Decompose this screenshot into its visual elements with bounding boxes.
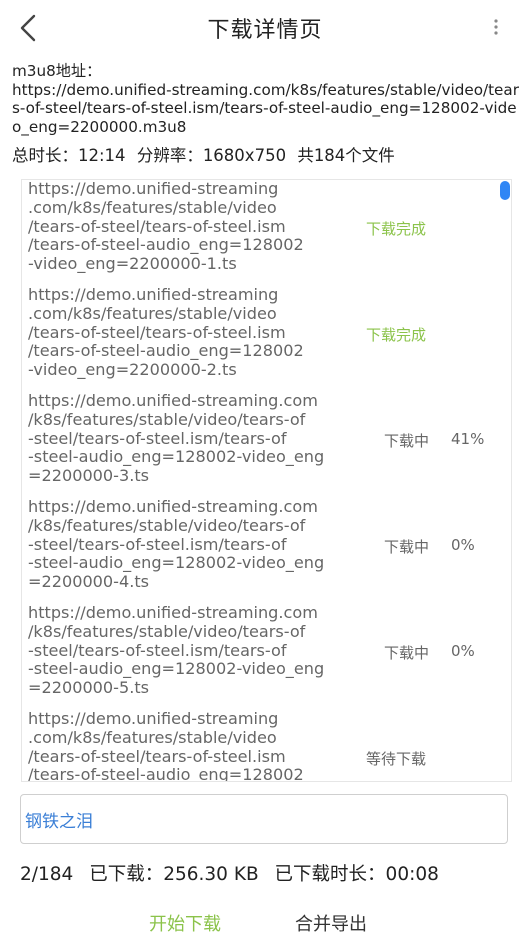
segment-url: https://demo.unified-streaming .com/k8s/… [28,709,304,782]
merge-export-button[interactable]: 合并导出 [295,910,367,936]
segment-status: 下载中 [384,644,430,662]
start-download-button[interactable]: 开始下载 [149,910,221,936]
segment-list[interactable]: https://demo.unified-streaming .com/k8s/… [21,179,512,782]
segment-percent: 0% [451,536,475,554]
m3u8-label: m3u8地址： [12,62,102,80]
segment-url: https://demo.unified-streaming.com /k8s/… [28,497,325,592]
segment-item-3[interactable]: https://demo.unified-streaming.com /k8s/… [28,391,504,488]
video-name-input[interactable] [20,794,508,844]
resolution: 分辨率：1680x750 [136,146,287,165]
segment-count: 2/184 [20,864,74,885]
segment-item-4[interactable]: https://demo.unified-streaming.com /k8s/… [28,497,504,594]
downloaded-size: 已下载：256.30 KB [89,864,259,885]
file-count: 共184个文件 [297,146,395,165]
video-summary: 总时长：12:14 分辨率：1680x750 共184个文件 [12,142,524,166]
segment-status: 下载完成 [366,220,427,238]
download-elapsed: 已下载时长：00:08 [274,864,439,885]
more-options-button[interactable] [488,14,504,40]
segment-percent: 41% [451,430,485,448]
page-title: 下载详情页 [207,18,323,43]
segment-item-5[interactable]: https://demo.unified-streaming.com /k8s/… [28,603,504,700]
more-vertical-icon [494,19,498,35]
total-duration: 总时长：12:14 [12,146,126,165]
segment-item-6[interactable]: https://demo.unified-streaming .com/k8s/… [28,709,504,782]
segment-status: 下载中 [384,538,430,556]
m3u8-address: m3u8地址： https://demo.unified-streaming.c… [12,62,524,136]
segment-status: 等待下载 [366,750,427,768]
segment-url: https://demo.unified-streaming.com /k8s/… [28,603,325,698]
segment-status: 下载完成 [366,326,427,344]
download-progress: 2/184 已下载：256.30 KB 已下载时长：00:08 [20,860,449,886]
segment-item-1[interactable]: https://demo.unified-streaming .com/k8s/… [28,180,504,276]
segment-url: https://demo.unified-streaming .com/k8s/… [28,285,304,380]
m3u8-url: https://demo.unified-streaming.com/k8s/f… [12,80,519,136]
app-bar: 下载详情页 [0,0,530,54]
segment-url: https://demo.unified-streaming .com/k8s/… [28,179,304,274]
segment-url: https://demo.unified-streaming.com /k8s/… [28,391,325,486]
segment-percent: 0% [451,642,475,660]
segment-item-2[interactable]: https://demo.unified-streaming .com/k8s/… [28,285,504,382]
segment-status: 下载中 [384,432,430,450]
